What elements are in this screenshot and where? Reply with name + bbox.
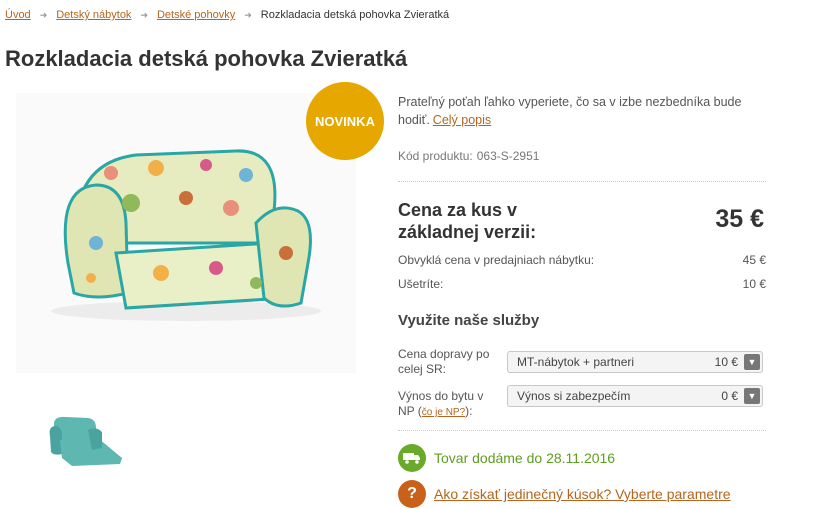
savings-label: Ušetríte: <box>398 277 444 291</box>
delivery-price: 10 € <box>714 355 738 369</box>
usual-price-label: Obvyklá cena v predajniach nábytku: <box>398 253 595 267</box>
question-icon: ? <box>398 480 426 508</box>
product-code-value: 063-S-2951 <box>476 149 540 163</box>
price-label: Cena za kus v základnej verzii: <box>398 200 537 242</box>
divider <box>398 430 766 431</box>
breadcrumb-link-kids-sofas[interactable]: Detské pohovky <box>157 9 235 21</box>
chevron-right-icon: ➜ <box>140 9 148 20</box>
delivery-label: Cena dopravy po celej SR: <box>398 347 490 376</box>
carry-select[interactable]: Výnos si zabezpečím 0 € ▼ <box>507 385 763 407</box>
savings-row: Ušetríte: 10 € <box>398 277 766 291</box>
carry-option: Výnos si zabezpečím <box>517 389 631 403</box>
select-arrow-icon: ▼ <box>744 388 760 404</box>
select-arrow-icon: ▼ <box>744 354 760 370</box>
divider <box>398 181 766 182</box>
usual-price-row: Obvyklá cena v predajniach nábytku: 45 € <box>398 253 766 267</box>
breadcrumb-link-home[interactable]: Úvod <box>5 9 31 21</box>
full-description-link[interactable]: Celý popis <box>433 113 491 127</box>
usual-price-value: 45 € <box>742 253 766 267</box>
carry-price: 0 € <box>721 389 738 403</box>
product-summary: Prateľný poťah ľahko vyperiete, čo sa v … <box>398 93 766 129</box>
truck-icon <box>398 444 426 472</box>
chevron-right-icon: ➜ <box>39 9 48 20</box>
services-heading: Využite naše služby <box>398 312 540 329</box>
page-title: Rozkladacia detská pohovka Zvieratká <box>5 46 408 71</box>
product-code-label: Kód produktu: <box>398 149 473 163</box>
carry-label: Výnos do bytu v NP (čo je NP?): <box>398 389 484 418</box>
price-value: 35 € <box>715 205 764 233</box>
breadcrumb-current: Rozkladacia detská pohovka Zvieratká <box>260 9 450 21</box>
unique-piece: ? Ako získať jedinečný kúsok? Vyberte pa… <box>398 480 731 508</box>
delivery-option: MT-nábytok + partneri <box>517 355 635 369</box>
product-thumbnail[interactable] <box>46 414 126 470</box>
breadcrumb-link-kids-furniture[interactable]: Detský nábytok <box>56 9 131 21</box>
chevron-right-icon: ➜ <box>244 9 252 20</box>
carry-info-link[interactable]: čo je NP? <box>422 407 465 418</box>
product-code: Kód produktu: 063-S-2951 <box>398 149 539 163</box>
sofa-illustration <box>51 149 321 321</box>
delivery-date-text: Tovar dodáme do 28.11.2016 <box>434 450 616 466</box>
breadcrumb: Úvod ➜ Detský nábytok ➜ Detské pohovky ➜… <box>5 9 449 21</box>
new-badge: NOVINKA <box>306 82 384 160</box>
sofa-thumbnail-image <box>49 416 122 466</box>
delivery-select[interactable]: MT-nábytok + partneri 10 € ▼ <box>507 351 763 373</box>
product-image[interactable] <box>16 93 356 373</box>
savings-value: 10 € <box>742 277 766 291</box>
product-description: Prateľný poťah ľahko vyperiete, čo sa v … <box>398 93 766 129</box>
delivery-info: Tovar dodáme do 28.11.2016 <box>398 444 615 472</box>
unique-piece-link[interactable]: Ako získať jedinečný kúsok? Vyberte para… <box>434 486 731 502</box>
